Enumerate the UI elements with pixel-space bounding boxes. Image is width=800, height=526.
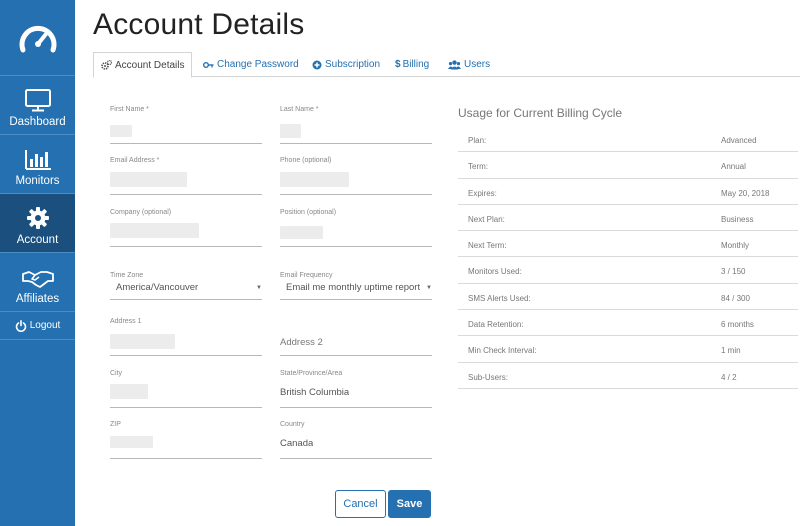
country-value: Canada (280, 438, 314, 449)
email-field[interactable]: Email Address * (110, 157, 262, 197)
address2-field[interactable]: Address 2 (280, 318, 432, 358)
logout-button[interactable]: Logout (0, 312, 75, 340)
save-button[interactable]: Save (388, 490, 431, 518)
redacted-value (280, 226, 323, 239)
handshake-icon (21, 271, 54, 288)
country-field[interactable]: Country Canada (280, 421, 432, 461)
caret-down-icon: ▼ (426, 285, 432, 291)
gear-icon (26, 207, 49, 229)
plus-circle-icon (312, 60, 322, 69)
speedometer-logo-icon[interactable] (0, 0, 75, 76)
sidebar-item-label: Dashboard (9, 116, 66, 128)
sidebar-item-dashboard[interactable]: Dashboard (0, 76, 75, 135)
monitor-icon (24, 89, 51, 112)
table-row: Min Check Interval: 1 min (458, 336, 798, 363)
redacted-value (110, 334, 175, 349)
caret-down-icon: ▼ (256, 285, 262, 291)
usage-title: Usage for Current Billing Cycle (458, 106, 623, 120)
sidebar-item-monitors[interactable]: Monitors (0, 135, 75, 194)
redacted-value (110, 436, 153, 448)
redacted-value (110, 172, 187, 187)
logout-label: Logout (29, 320, 61, 331)
city-field[interactable]: City (110, 370, 262, 410)
phone-field[interactable]: Phone (optional) (280, 157, 432, 197)
redacted-value (280, 172, 349, 187)
table-row: Next Term: Monthly (458, 231, 798, 258)
redacted-value (110, 384, 148, 399)
users-icon (448, 59, 461, 69)
state-value: British Columbia (280, 387, 350, 398)
table-row: Data Retention: 6 months (458, 310, 798, 337)
tab-subscription[interactable]: Subscription (312, 52, 380, 77)
last-name-field[interactable]: Last Name * (280, 106, 432, 146)
email-frequency-value: Email me monthly uptime reports (286, 282, 420, 293)
tab-users[interactable]: Users (448, 52, 490, 77)
table-row: Plan: Advanced (458, 126, 798, 153)
redacted-value (110, 223, 199, 238)
tab-billing[interactable]: $ Billing (395, 52, 429, 77)
power-icon (15, 319, 26, 332)
bar-chart-icon (24, 150, 51, 170)
zip-field[interactable]: ZIP (110, 421, 262, 461)
dollar-icon: $ (395, 59, 401, 70)
usage-table: Plan: Advanced Term: Annual Expires: May 20… (458, 126, 798, 389)
company-field[interactable]: Company (optional) (110, 209, 262, 249)
timezone-select[interactable]: Time Zone America/Vancouver ▼ (110, 272, 262, 302)
redacted-value (280, 124, 301, 138)
key-icon (203, 61, 214, 68)
table-row: Sub-Users: 4 / 2 (458, 363, 798, 389)
sidebar-item-affiliates[interactable]: Affiliates (0, 253, 75, 312)
sidebar-item-label: Monitors (15, 175, 60, 187)
table-row: Term: Annual (458, 152, 798, 179)
table-row: Monitors Used: 3 / 150 (458, 257, 798, 284)
tab-bar: Account Details Change Password Subscrip… (93, 52, 800, 78)
sidebar-item-label: Account (16, 234, 59, 246)
address1-field[interactable]: Address 1 (110, 318, 262, 358)
tab-change-password[interactable]: Change Password (203, 52, 299, 77)
sidebar-item-label: Affiliates (15, 293, 60, 305)
sidebar-item-account[interactable]: Account (0, 194, 75, 253)
table-row: Expires: May 20, 2018 (458, 179, 798, 205)
table-row: SMS Alerts Used: 84 / 300 (458, 284, 798, 311)
cancel-button[interactable]: Cancel (335, 490, 386, 518)
gears-icon (101, 60, 112, 70)
timezone-value: America/Vancouver (116, 282, 199, 293)
email-frequency-select[interactable]: Email Frequency Email me monthly uptime … (280, 272, 432, 302)
first-name-field[interactable]: First Name * (110, 106, 262, 146)
state-field[interactable]: State/Province/Area British Columbia (280, 370, 432, 410)
sidebar: Dashboard Monitors Account Affiliates Lo… (0, 0, 75, 526)
position-field[interactable]: Position (optional) (280, 209, 432, 249)
redacted-value (110, 125, 132, 137)
table-row: Next Plan: Business (458, 205, 798, 232)
tab-account-details[interactable]: Account Details (93, 52, 193, 78)
page-title: Account Details (93, 8, 305, 41)
